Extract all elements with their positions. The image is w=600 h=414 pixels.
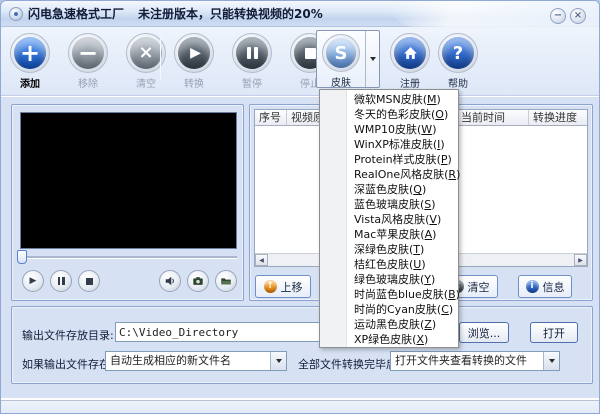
video-preview-panel: ▶ (11, 104, 244, 301)
output-settings-panel: 输出文件存放目录: 浏览... 打开 如果输出文件存在: 自动生成相应的新文件名… (11, 306, 593, 384)
close-icon: × (573, 10, 583, 21)
minimize-icon: − (553, 10, 563, 21)
skin-menu-item[interactable]: XP绿色皮肤(X) (320, 332, 458, 347)
output-dir-label: 输出文件存放目录: (22, 329, 114, 342)
titlebar: 闪电急速格式工厂 未注册版本，只能转换视频的20% − × (1, 1, 599, 27)
play-icon: ▶ (29, 276, 37, 286)
skin-dropdown-arrow[interactable] (365, 31, 379, 87)
move-up-button[interactable]: ↑ 上移 (255, 275, 311, 298)
stop-icon (304, 47, 316, 59)
if-exists-select[interactable]: 自动生成相应的新文件名 (105, 351, 287, 371)
remove-button[interactable]: − 移除 (60, 33, 116, 90)
statusbar (1, 400, 599, 413)
if-exists-value: 自动生成相应的新文件名 (110, 354, 231, 367)
app-name: 闪电急速格式工厂 (28, 7, 125, 21)
info-label: 信息 (542, 280, 565, 294)
player-play-button[interactable]: ▶ (22, 270, 44, 292)
skin-menu-item[interactable]: 冬天的色彩皮肤(O) (320, 107, 458, 122)
skin-menu-item[interactable]: 桔红色皮肤(U) (320, 257, 458, 272)
skin-menu-item[interactable]: 时尚的Cyan皮肤(C) (320, 302, 458, 317)
remove-button-label: 移除 (78, 79, 98, 90)
skin-menu-item[interactable]: RealOne风格皮肤(R) (320, 167, 460, 182)
arrow-up-icon: ↑ (263, 280, 277, 293)
convert-button[interactable]: ▶ 转换 (166, 33, 222, 90)
pause-button[interactable]: 暂停 (224, 33, 280, 90)
after-convert-label: 全部文件转换完毕后: (298, 358, 401, 371)
player-pause-button[interactable] (50, 270, 72, 292)
open-file-button[interactable] (215, 270, 237, 292)
add-button[interactable]: + 添加 (2, 33, 58, 90)
scroll-left-arrow-icon[interactable]: ◀ (255, 254, 268, 266)
add-plus-icon: + (19, 39, 41, 67)
info-icon: i (525, 280, 539, 293)
remove-minus-icon: − (77, 39, 99, 67)
skin-menu-item[interactable]: WMP10皮肤(W) (320, 122, 458, 137)
browse-label: 浏览... (467, 326, 501, 340)
toolbar-separator (160, 37, 161, 81)
license-note: 未注册版本，只能转换视频的20% (138, 7, 323, 21)
convert-button-label: 转换 (184, 79, 204, 90)
volume-icon (165, 276, 174, 286)
video-preview (20, 112, 237, 249)
scroll-right-arrow-icon[interactable]: ▶ (574, 254, 587, 266)
skin-menu-item[interactable]: Protein样式皮肤(P) (320, 152, 458, 167)
skin-menu-item[interactable]: 运动黑色皮肤(Z) (320, 317, 458, 332)
pause-icon (246, 47, 258, 59)
skin-menu-item[interactable]: 时尚蓝色blue皮肤(B) (320, 287, 460, 302)
minimize-button[interactable]: − (550, 8, 566, 24)
skin-menu-item[interactable]: 蓝色玻璃皮肤(S) (320, 197, 458, 212)
folder-icon (221, 278, 232, 285)
app-window: 闪电急速格式工厂 未注册版本，只能转换视频的20% − × + 添加 − 移除 ×… (0, 0, 600, 414)
if-exists-dropdown[interactable] (270, 352, 286, 370)
info-button[interactable]: i 信息 (518, 275, 572, 298)
col-header-progress[interactable]: 转换进度 (529, 110, 587, 125)
skin-menu-list: 微软MSN皮肤(M) 冬天的色彩皮肤(O) WMP10皮肤(W) WinXP标准皮肤(… (320, 92, 460, 347)
snapshot-button[interactable] (187, 270, 209, 292)
skin-menu-item[interactable]: WinXP标准皮肤(I) (320, 137, 458, 152)
close-button[interactable]: × (570, 8, 586, 24)
stop-icon (85, 277, 93, 285)
camera-icon (193, 277, 203, 285)
seek-slider-track[interactable] (20, 256, 237, 259)
open-folder-button[interactable]: 打开 (530, 322, 578, 343)
skin-button[interactable]: S 皮肤 (316, 30, 380, 89)
browse-button[interactable]: 浏览... (459, 322, 509, 343)
register-home-icon (403, 46, 417, 59)
if-exists-label: 如果输出文件存在: (22, 358, 114, 371)
skin-menu-item[interactable]: 微软MSN皮肤(M) (320, 92, 458, 107)
after-convert-value: 打开文件夹查看转换的文件 (395, 354, 527, 367)
chevron-down-icon (548, 359, 555, 363)
help-question-icon: ? (452, 42, 464, 64)
open-label: 打开 (543, 326, 565, 340)
add-button-label: 添加 (20, 79, 40, 90)
skin-menu-item[interactable]: Mac苹果皮肤(A) (320, 227, 458, 242)
help-button-label: 帮助 (448, 79, 468, 90)
chevron-down-icon (275, 359, 282, 363)
toolbar: + 添加 − 移除 × 清空 ▶ 转换 暂停 停止 S 皮肤 注册 ? 帮助 (1, 27, 599, 97)
skin-menu-item[interactable]: 深绿色皮肤(T) (320, 242, 458, 257)
window-title: 闪电急速格式工厂 未注册版本，只能转换视频的20% (28, 1, 323, 27)
after-convert-select[interactable]: 打开文件夹查看转换的文件 (390, 351, 560, 371)
skin-s-icon: S (334, 42, 348, 64)
clear-cross-icon: × (138, 42, 154, 63)
help-button[interactable]: ? 帮助 (430, 33, 486, 90)
move-up-label: 上移 (280, 280, 303, 294)
skin-menu-item[interactable]: 绿色玻璃皮肤(Y) (320, 272, 458, 287)
chevron-down-icon (369, 57, 376, 61)
after-convert-dropdown[interactable] (543, 352, 559, 370)
skin-menu-item[interactable]: 深蓝色皮肤(Q) (320, 182, 458, 197)
convert-play-icon: ▶ (190, 45, 201, 61)
pause-icon (57, 277, 65, 285)
pause-button-label: 暂停 (242, 79, 262, 90)
player-stop-button[interactable] (78, 270, 100, 292)
clear-label: 清空 (467, 280, 490, 294)
skin-menu: 微软MSN皮肤(M) 冬天的色彩皮肤(O) WMP10皮肤(W) WinXP标准皮肤(… (319, 89, 460, 348)
skin-button-label: 皮肤 (331, 78, 351, 89)
col-header-index[interactable]: 序号 (255, 110, 287, 125)
col-header-time[interactable]: 当前时间 (457, 110, 529, 125)
volume-button[interactable] (159, 270, 181, 292)
skin-menu-item[interactable]: Vista风格皮肤(V) (320, 212, 458, 227)
seek-slider-thumb[interactable] (17, 250, 27, 264)
app-icon (9, 7, 23, 21)
